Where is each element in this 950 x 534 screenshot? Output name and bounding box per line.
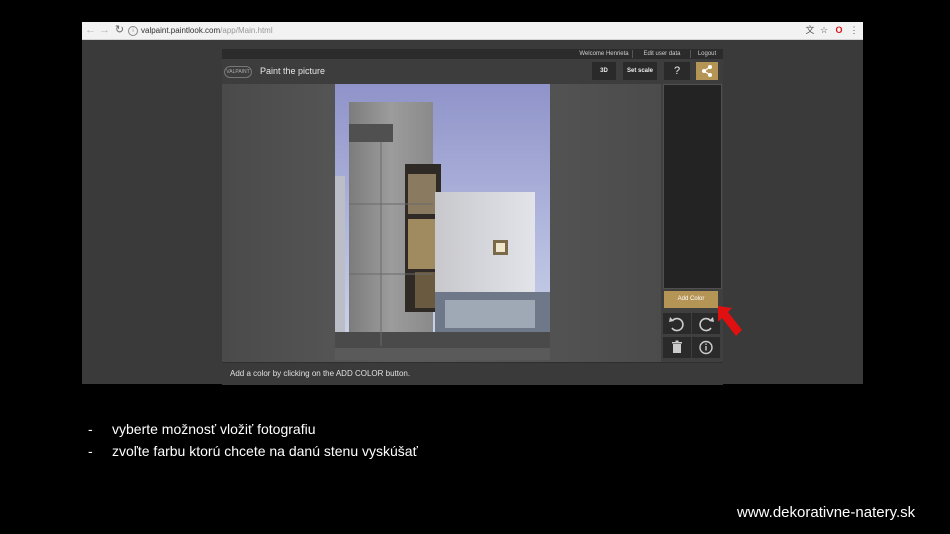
share-icon (702, 65, 712, 77)
color-list[interactable] (663, 84, 722, 289)
valpaint-logo: VALPAINT (224, 66, 252, 78)
translate-icon[interactable]: 文 (804, 24, 816, 37)
user-strip: Welcome Henrieta Edit user data Logout (222, 49, 723, 59)
bullet-item: - zvoľte farbu ktorú chcete na danú stenu… (88, 443, 418, 459)
valpaint-app: Welcome Henrieta Edit user data Logout V… (222, 49, 723, 385)
3d-button[interactable]: 3D (592, 62, 616, 80)
address-bar[interactable]: i valpaint.paintlook.com/app/Main.html (128, 24, 728, 37)
house-photo[interactable] (335, 84, 550, 360)
status-bar: Add a color by clicking on the ADD COLOR… (222, 362, 723, 385)
status-text: Add a color by clicking on the ADD COLOR… (230, 369, 411, 378)
opera-icon[interactable]: O (833, 24, 845, 37)
menu-icon[interactable]: ⋮ (848, 24, 860, 37)
reload-icon[interactable]: ↻ (113, 23, 126, 38)
info-icon[interactable]: i (128, 25, 138, 36)
bullet-text: vyberte možnosť vložiť fotografiu (112, 421, 316, 437)
add-color-button[interactable]: Add Color (664, 291, 718, 308)
red-arrow-icon (718, 306, 742, 336)
bullet-item: - vyberte možnosť vložiť fotografiu (88, 421, 315, 437)
slide: { "browser": { "url_host": "valpaint.pai… (0, 0, 950, 534)
url-host: valpaint.paintlook.com (141, 26, 221, 35)
bullet-dash: - (88, 443, 93, 459)
share-button[interactable] (696, 62, 718, 80)
set-scale-button[interactable]: Set scale (623, 62, 657, 80)
back-icon[interactable]: ← (84, 23, 97, 38)
welcome-text: Welcome Henrieta (579, 51, 629, 57)
separator (690, 50, 691, 58)
bullet-dash: - (88, 421, 93, 437)
edit-user-link[interactable]: Edit user data (636, 49, 688, 59)
logout-link[interactable]: Logout (694, 49, 720, 59)
forward-icon[interactable]: → (98, 23, 111, 38)
website-url: www.dekorativne-natery.sk (737, 504, 916, 521)
browser-toolbar: ← → ↻ i valpaint.paintlook.com/app/Main.h… (82, 22, 863, 40)
page-title: Paint the picture (260, 66, 326, 76)
undo-icon (669, 317, 684, 332)
app-header: VALPAINT Paint the picture 3D Set scale … (222, 59, 723, 84)
trash-icon (672, 340, 682, 353)
bullet-text: zvoľte farbu ktorú chcete na danú stenu … (112, 443, 418, 459)
undo-button[interactable] (663, 313, 691, 334)
painting-canvas[interactable] (222, 84, 661, 362)
help-button[interactable]: ? (664, 62, 690, 80)
star-icon[interactable]: ☆ (818, 24, 830, 37)
delete-button[interactable] (663, 337, 691, 358)
separator (632, 50, 633, 58)
url-path: /app/Main.html (220, 26, 273, 35)
